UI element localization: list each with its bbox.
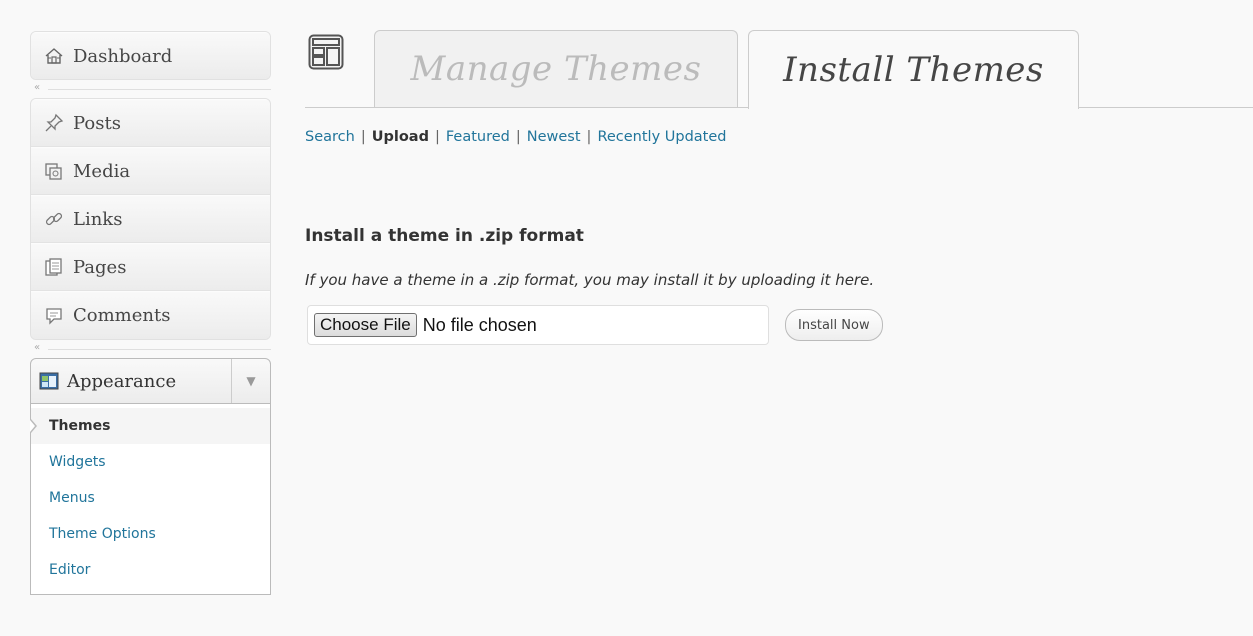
sidebar-item-media[interactable]: Media <box>31 147 270 195</box>
subnav-upload: Upload <box>371 129 429 145</box>
subnav-newest[interactable]: Newest <box>527 129 581 145</box>
subnav-separator: | <box>586 129 592 145</box>
submenu-item-widgets[interactable]: Widgets <box>31 444 270 480</box>
appearance-menu: Appearance ▼ Themes Widgets Menus Theme … <box>30 358 271 595</box>
subnav-recently-updated[interactable]: Recently Updated <box>597 129 726 145</box>
theme-zip-file-input[interactable]: Choose File No file chosen <box>307 305 769 345</box>
sidebar-item-comments[interactable]: Comments <box>31 291 270 339</box>
sidebar-item-label: Media <box>73 160 131 182</box>
submenu-item-menus[interactable]: Menus <box>31 480 270 516</box>
sidebar-item-label: Links <box>73 208 123 230</box>
collapse-arrows-icon[interactable]: « <box>34 82 40 93</box>
content-menu: Posts Media Links Pages Comments <box>30 98 271 340</box>
pushpin-icon <box>43 112 65 134</box>
tab-manage-themes[interactable]: Manage Themes <box>374 30 738 107</box>
submenu-item-editor[interactable]: Editor <box>31 552 270 588</box>
subnav-separator: | <box>360 129 366 145</box>
upload-description: If you have a theme in a .zip format, yo… <box>305 271 875 289</box>
sidebar-item-label: Pages <box>73 256 127 278</box>
main-content: Manage Themes Install Themes Search | Uplo… <box>305 30 1253 345</box>
appearance-submenu: Themes Widgets Menus Theme Options Edito… <box>30 404 271 595</box>
choose-file-button[interactable]: Choose File <box>314 313 417 337</box>
install-now-button[interactable]: Install Now <box>785 309 883 341</box>
subnav-featured[interactable]: Featured <box>446 129 510 145</box>
sidebar-item-label: Posts <box>73 112 121 134</box>
sidebar-item-label: Comments <box>73 305 171 326</box>
file-status: No file chosen <box>422 314 537 335</box>
tab-install-themes[interactable]: Install Themes <box>748 30 1079 109</box>
menu-separator[interactable]: « <box>30 80 271 98</box>
admin-sidebar: Dashboard « Posts Media Links Pages Comm… <box>30 31 271 595</box>
sidebar-item-label: Dashboard <box>73 45 173 67</box>
comment-icon <box>43 305 65 327</box>
submenu-toggle-icon[interactable]: ▼ <box>231 359 270 403</box>
sidebar-item-pages[interactable]: Pages <box>31 243 270 291</box>
dashboard-menu: Dashboard <box>30 31 271 80</box>
submenu-item-theme-options[interactable]: Theme Options <box>31 516 270 552</box>
collapse-arrows-icon[interactable]: « <box>34 342 40 353</box>
sidebar-item-posts[interactable]: Posts <box>31 99 270 147</box>
media-icon <box>43 160 65 182</box>
menu-separator[interactable]: « <box>30 340 271 358</box>
link-icon <box>43 208 65 230</box>
subnav-separator: | <box>434 129 440 145</box>
theme-tabs: Manage Themes Install Themes <box>305 30 1253 109</box>
upload-heading: Install a theme in .zip format <box>305 226 584 246</box>
sidebar-item-label: Appearance <box>67 370 177 392</box>
pages-icon <box>43 256 65 278</box>
home-icon <box>43 45 65 67</box>
sidebar-item-dashboard[interactable]: Dashboard <box>31 32 270 79</box>
subnav-separator: | <box>515 129 521 145</box>
upload-form: Choose File No file chosen Install Now <box>307 305 883 345</box>
appearance-screen-icon <box>308 34 344 70</box>
subnav-search[interactable]: Search <box>305 129 355 145</box>
sidebar-item-appearance[interactable]: Appearance ▼ <box>30 358 271 404</box>
sidebar-item-links[interactable]: Links <box>31 195 270 243</box>
submenu-item-themes[interactable]: Themes <box>30 408 270 444</box>
install-subnav: Search | Upload | Featured | Newest | Recently U… <box>305 129 727 145</box>
appearance-icon <box>39 372 59 390</box>
